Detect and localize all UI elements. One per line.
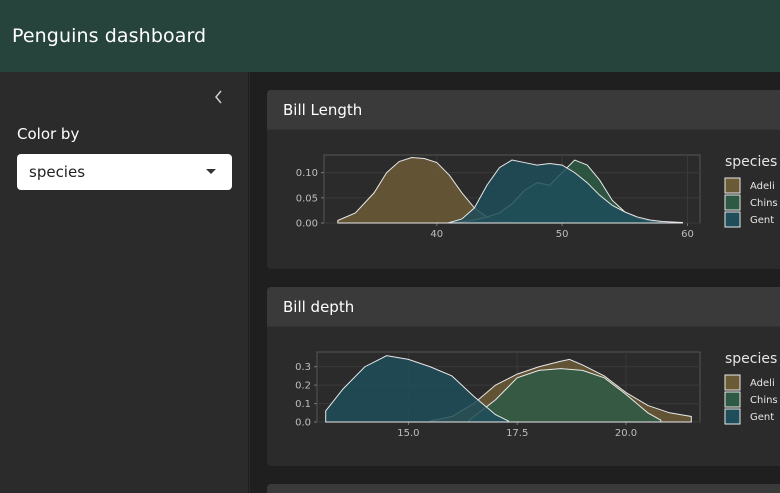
y-tick-label: 0.3 (295, 362, 311, 373)
legend-label: Adeli (750, 181, 775, 192)
x-tick-label: 20.0 (615, 428, 637, 439)
y-tick-label: 0.2 (295, 381, 311, 392)
color-by-label: Color by (17, 125, 80, 143)
x-tick-label: 40 (430, 229, 443, 240)
legend-label: Gent (750, 215, 774, 226)
next-card-header (267, 484, 780, 493)
color-by-value: species (29, 163, 86, 181)
legend-title: species (725, 154, 777, 170)
legend-label: Chins (750, 198, 778, 209)
legend-title: species (725, 351, 777, 367)
y-tick-label: 0.0 (295, 418, 311, 429)
legend-label: Chins (750, 395, 778, 406)
legend-swatch (724, 211, 741, 228)
bill-depth-chart: 15.0 17.5 20.0 0.0 0.1 0.2 0.3 species Adeli Chin… (295, 351, 778, 439)
card-header: Bill Length (267, 90, 780, 130)
x-tick-label: 50 (556, 229, 569, 240)
sidebar: Color by species (0, 72, 249, 493)
legend-swatch (724, 177, 741, 194)
y-tick-label: 0.10 (296, 168, 318, 179)
card-header: Bill depth (267, 287, 780, 327)
y-tick-label: 0.1 (295, 399, 311, 410)
caret-down-icon (206, 169, 216, 174)
color-by-select[interactable]: species (17, 154, 232, 190)
legend-swatch (724, 194, 741, 211)
chevron-left-icon[interactable] (210, 88, 228, 106)
legend-label: Gent (750, 412, 774, 423)
app-title: Penguins dashboard (12, 25, 207, 47)
main-content: Bill Length 40 50 60 0.00 0.05 0.10 species Ade… (250, 72, 780, 493)
bill-length-chart: 40 50 60 0.00 0.05 0.10 species Adeli Chins Gent (296, 154, 778, 240)
y-tick-label: 0.00 (296, 219, 318, 230)
x-tick-label: 60 (681, 229, 694, 240)
legend-swatch (724, 391, 741, 408)
y-tick-label: 0.05 (296, 193, 318, 204)
bill-depth-card: Bill depth 15.0 17.5 20.0 0.0 0.1 0.2 0.3 speci… (267, 287, 780, 466)
x-tick-label: 15.0 (397, 428, 419, 439)
x-tick-label: 17.5 (506, 428, 528, 439)
legend-swatch (724, 408, 741, 425)
legend-label: Adeli (750, 378, 775, 389)
legend-swatch (724, 374, 741, 391)
navbar: Penguins dashboard (0, 0, 780, 72)
bill-length-card: Bill Length 40 50 60 0.00 0.05 0.10 species Ade… (267, 90, 780, 269)
